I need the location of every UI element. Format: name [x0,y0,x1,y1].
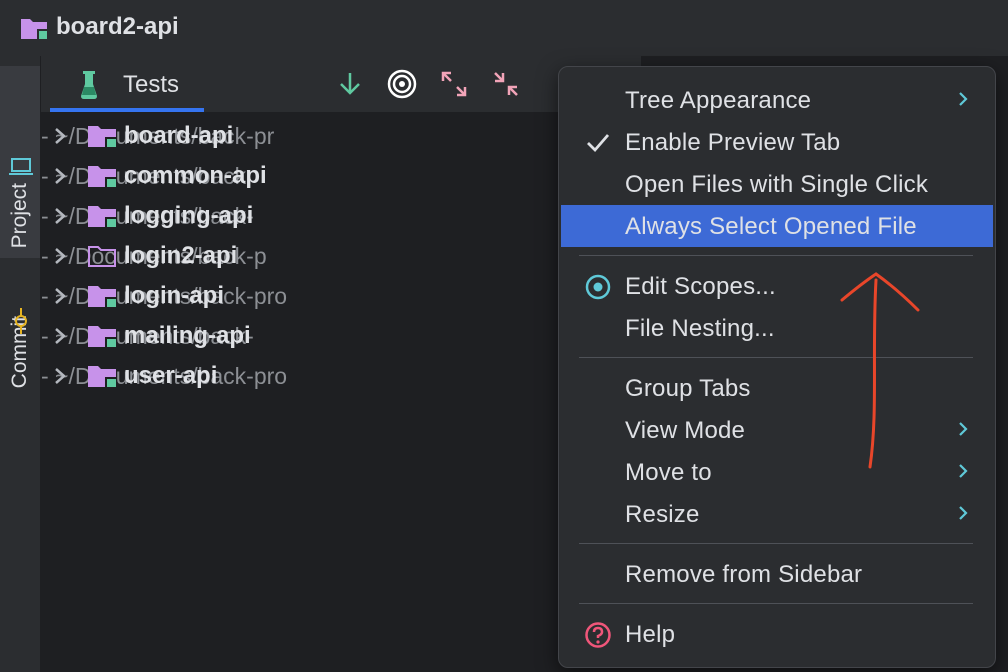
chevron-right-icon [959,422,968,436]
tree-row-board-api[interactable]: board-api - ~/Documents/back-pr [41,116,641,156]
tree-row-mailing-api[interactable]: mailing-api - ~/Documents/back- [41,316,641,356]
help-icon [585,622,611,648]
menu-item-resize[interactable]: Resize [561,493,993,535]
module-folder-icon [88,206,116,227]
menu-separator [579,603,973,604]
tree-row-login2-api[interactable]: login2-api - ~/Documents/back-p [41,236,641,276]
menu-item-label: View Mode [625,417,746,444]
locate-file-button[interactable] [386,68,418,100]
tree-row-user-api[interactable]: user-api - ~/Documents/back-pro [41,356,641,396]
menu-item-label: Remove from Sidebar [625,561,863,588]
chevron-right-icon[interactable] [53,287,67,305]
menu-separator [579,357,973,358]
chevron-right-icon[interactable] [53,327,67,345]
chevron-right-icon[interactable] [53,367,67,385]
tree-row-label: mailing-api [124,322,251,349]
tree-row-common-api[interactable]: common-api - ~/Documents/back [41,156,641,196]
context-menu: Tree Appearance Enable Preview Tab Open Fi… [558,66,996,668]
menu-item-label: File Nesting... [625,315,775,342]
test-flask-icon [81,71,97,99]
left-tool-stripe: Project Commit [0,56,41,672]
chevron-right-icon [959,506,968,520]
menu-separator [579,543,973,544]
module-folder-icon [88,126,116,147]
menu-item-open-files-with-single-click[interactable]: Open Files with Single Click [561,163,993,205]
menu-item-view-mode[interactable]: View Mode [561,409,993,451]
module-folder-icon [88,286,116,307]
chevron-right-icon [959,464,968,478]
module-folder-icon [21,19,47,39]
folder-icon [88,246,116,267]
select-next-button[interactable] [334,68,366,100]
tree-row-label: user-api [124,362,218,389]
chevron-right-icon[interactable] [53,127,67,145]
chevron-right-icon [959,92,968,106]
scope-icon [585,274,611,300]
menu-item-move-to[interactable]: Move to [561,451,993,493]
menu-item-label: Enable Preview Tab [625,129,841,156]
menu-item-edit-scopes[interactable]: Edit Scopes... [561,265,993,307]
tab-tests[interactable]: Tests [50,56,204,112]
tree-row-login-api[interactable]: login-api - ~/Documents/back-pro [41,276,641,316]
menu-item-label: Tree Appearance [625,87,812,114]
tree-row-label: login2-api [124,242,238,269]
module-folder-icon [88,326,116,347]
tab-active-indicator [50,108,204,112]
arrow-down-icon [340,73,360,95]
tree-row-label: logging-api [124,202,254,229]
chevron-right-icon[interactable] [53,207,67,225]
menu-item-group-tabs[interactable]: Group Tabs [561,367,993,409]
project-title[interactable]: board2-api [56,13,179,41]
menu-item-remove-from-sidebar[interactable]: Remove from Sidebar [561,553,993,595]
menu-separator [579,255,973,256]
commit-icon [15,308,27,334]
module-folder-icon [88,166,116,187]
collapse-all-icon [494,72,518,96]
menu-item-label: Edit Scopes... [625,273,776,300]
menu-item-label: Move to [625,459,712,486]
chevron-right-icon[interactable] [53,247,67,265]
target-icon [387,69,417,99]
chevron-right-icon[interactable] [53,167,67,185]
menu-item-label: Help [625,621,676,648]
module-folder-icon [88,366,116,387]
tab-tests-label: Tests [123,71,180,98]
menu-item-enable-preview-tab[interactable]: Enable Preview Tab [561,121,993,163]
checkmark-icon [587,134,610,153]
tree-row-label: login-api [124,282,224,309]
menu-item-tree-appearance[interactable]: Tree Appearance [561,79,993,121]
tree-row-label: common-api [124,162,267,189]
menu-item-label: Always Select Opened File [625,213,917,240]
menu-item-label: Group Tabs [625,375,751,402]
tree-row-logging-api[interactable]: logging-api - ~/Documents/back- [41,196,641,236]
panel-header: Tests [41,56,641,112]
collapse-all-button[interactable] [490,68,522,100]
title-bar: board2-api [0,0,1008,56]
menu-item-label: Resize [625,501,700,528]
menu-item-file-nesting[interactable]: File Nesting... [561,307,993,349]
menu-item-label: Open Files with Single Click [625,171,929,198]
stripe-project-label: Project [8,182,31,248]
project-tree: board-api - ~/Documents/back-pr common-api… [41,116,641,396]
menu-item-help[interactable]: Help [561,613,993,655]
tree-row-label: board-api [124,122,234,149]
expand-all-icon [441,71,467,97]
expand-all-button[interactable] [438,68,470,100]
laptop-icon [9,158,33,175]
menu-item-always-select-opened-file[interactable]: Always Select Opened File [561,205,993,247]
